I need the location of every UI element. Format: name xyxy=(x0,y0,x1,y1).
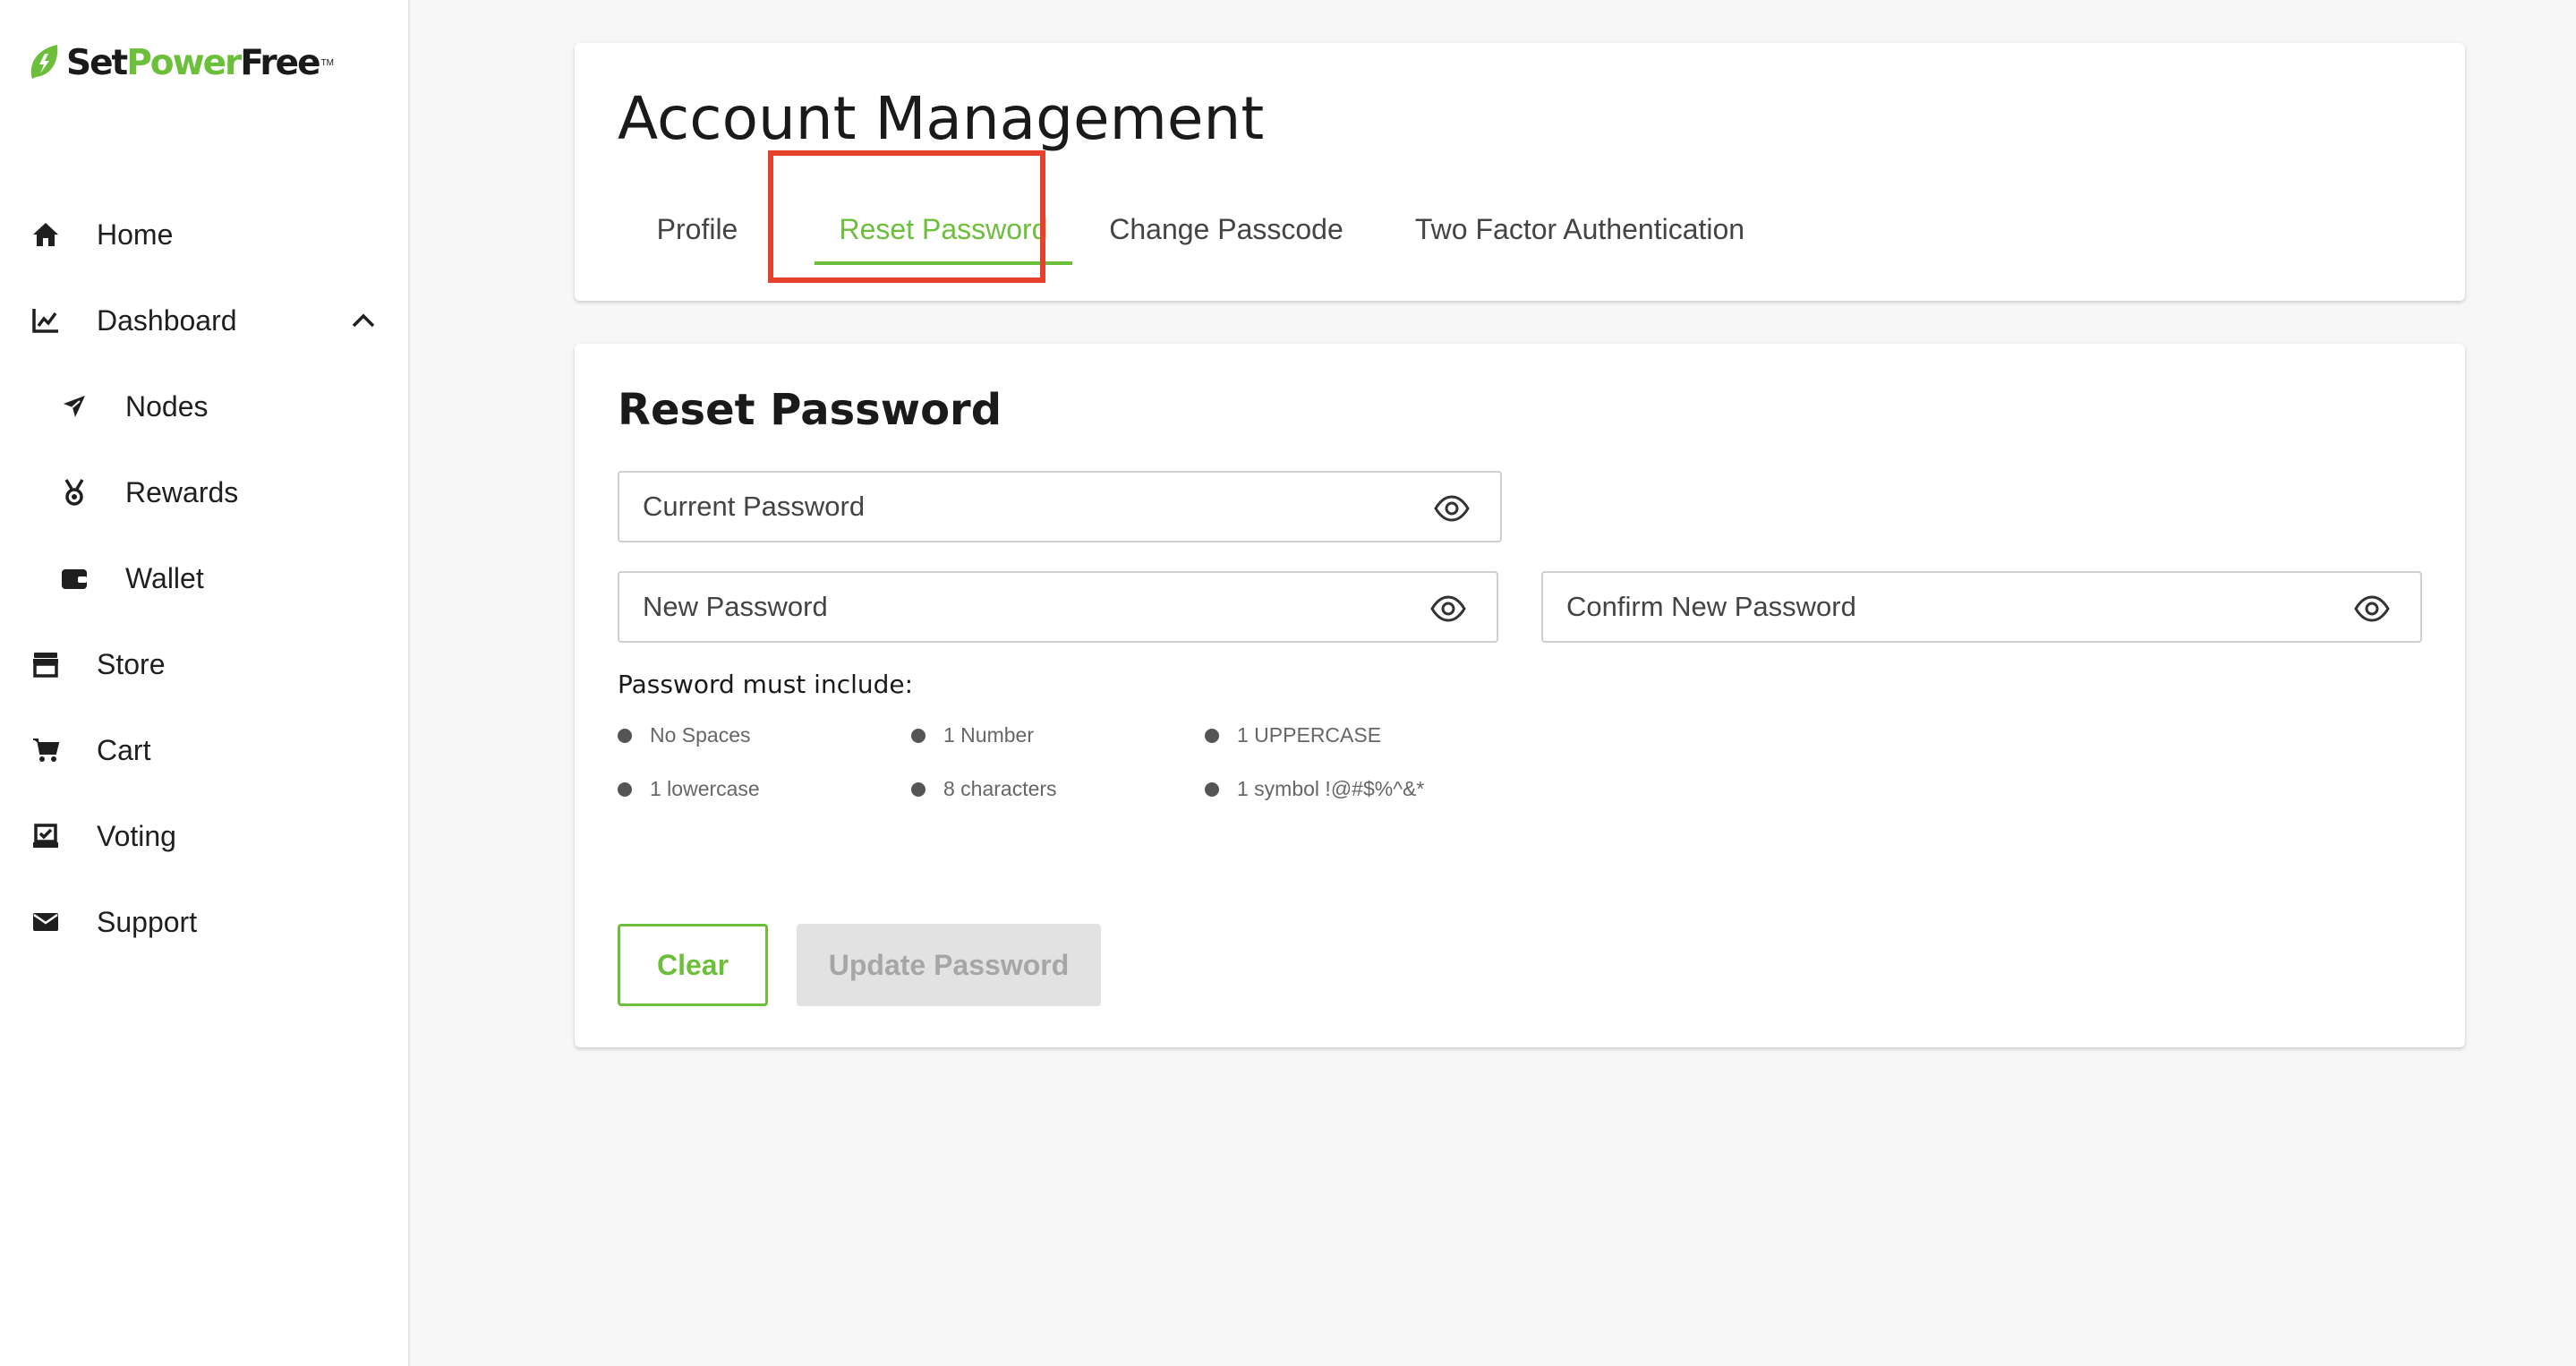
clear-button[interactable]: Clear xyxy=(618,924,768,1006)
requirement-item: 1 lowercase xyxy=(618,777,760,801)
current-password-input[interactable] xyxy=(619,473,1500,541)
eye-icon[interactable] xyxy=(1430,593,1466,625)
bullet-icon xyxy=(1205,728,1219,743)
bullet-icon xyxy=(1205,781,1219,797)
account-tabs: Profile Reset Password Change Passcode T… xyxy=(618,193,1871,265)
medal-icon xyxy=(59,477,90,508)
eye-icon[interactable] xyxy=(1434,492,1470,525)
sidebar-item-store[interactable]: Store xyxy=(30,637,380,691)
send-icon xyxy=(59,391,90,422)
sidebar-item-label: Wallet xyxy=(125,561,204,594)
home-icon xyxy=(30,219,61,250)
sidebar-item-label: Dashboard xyxy=(97,303,237,337)
password-requirements-title: Password must include: xyxy=(618,670,914,699)
new-password-field xyxy=(618,571,1498,643)
cart-icon xyxy=(30,735,61,765)
current-password-field xyxy=(618,471,1502,542)
sidebar-item-label: Store xyxy=(97,647,166,680)
requirement-item: 1 symbol !@#$%^&* xyxy=(1205,777,1424,801)
brand-name: SetPowerFree xyxy=(66,42,321,83)
sidebar-item-label: Cart xyxy=(97,733,151,766)
brand-logo[interactable]: SetPowerFree TM xyxy=(27,39,334,86)
chart-line-icon xyxy=(30,305,61,336)
sidebar-item-home[interactable]: Home xyxy=(30,208,380,261)
leaf-icon xyxy=(30,45,58,79)
tab-reset-password[interactable]: Reset Password xyxy=(815,193,1072,265)
requirement-item: No Spaces xyxy=(618,723,751,747)
bullet-icon xyxy=(911,781,925,797)
eye-icon[interactable] xyxy=(2354,593,2390,625)
sidebar-item-cart[interactable]: Cart xyxy=(30,723,380,777)
update-password-button[interactable]: Update Password xyxy=(797,924,1101,1006)
sidebar-item-voting[interactable]: Voting xyxy=(30,809,380,863)
sidebar-item-label: Home xyxy=(97,218,174,251)
requirement-item: 8 characters xyxy=(911,777,1057,801)
mail-icon xyxy=(30,907,61,937)
confirm-password-field xyxy=(1541,571,2422,643)
sidebar-item-label: Rewards xyxy=(125,475,239,508)
sidebar-item-label: Support xyxy=(97,905,198,938)
tab-profile[interactable]: Profile xyxy=(618,193,777,265)
reset-password-card: Reset Password Password must include: No… xyxy=(575,344,2465,1047)
bullet-icon xyxy=(911,728,925,743)
voting-icon xyxy=(30,821,61,851)
wallet-icon xyxy=(59,563,90,593)
confirm-password-input[interactable] xyxy=(1543,573,2420,641)
tab-change-passcode[interactable]: Change Passcode xyxy=(1092,193,1361,265)
chevron-up-icon[interactable] xyxy=(347,304,380,337)
bullet-icon xyxy=(618,728,632,743)
sidebar-item-rewards[interactable]: Rewards xyxy=(59,465,408,519)
bullet-icon xyxy=(618,781,632,797)
sidebar-item-dashboard[interactable]: Dashboard xyxy=(30,294,380,347)
tab-two-factor-authentication[interactable]: Two Factor Authentication xyxy=(1378,193,1781,265)
store-icon xyxy=(30,649,61,679)
sidebar-item-wallet[interactable]: Wallet xyxy=(59,551,408,605)
account-header-card: Account Management Profile Reset Passwor… xyxy=(575,43,2465,301)
requirement-item: 1 UPPERCASE xyxy=(1205,723,1381,747)
sidebar-item-label: Voting xyxy=(97,819,176,852)
new-password-input[interactable] xyxy=(619,573,1497,641)
section-title: Reset Password xyxy=(618,385,1002,435)
sidebar-item-support[interactable]: Support xyxy=(30,895,380,949)
sidebar-item-label: Nodes xyxy=(125,389,209,423)
requirement-item: 1 Number xyxy=(911,723,1034,747)
trademark-mark: TM xyxy=(320,57,335,68)
sidebar: SetPowerFree TM Home Dashboard Nodes Rew… xyxy=(0,0,410,1366)
sidebar-item-nodes[interactable]: Nodes xyxy=(59,380,408,433)
page-title: Account Management xyxy=(618,84,1265,153)
